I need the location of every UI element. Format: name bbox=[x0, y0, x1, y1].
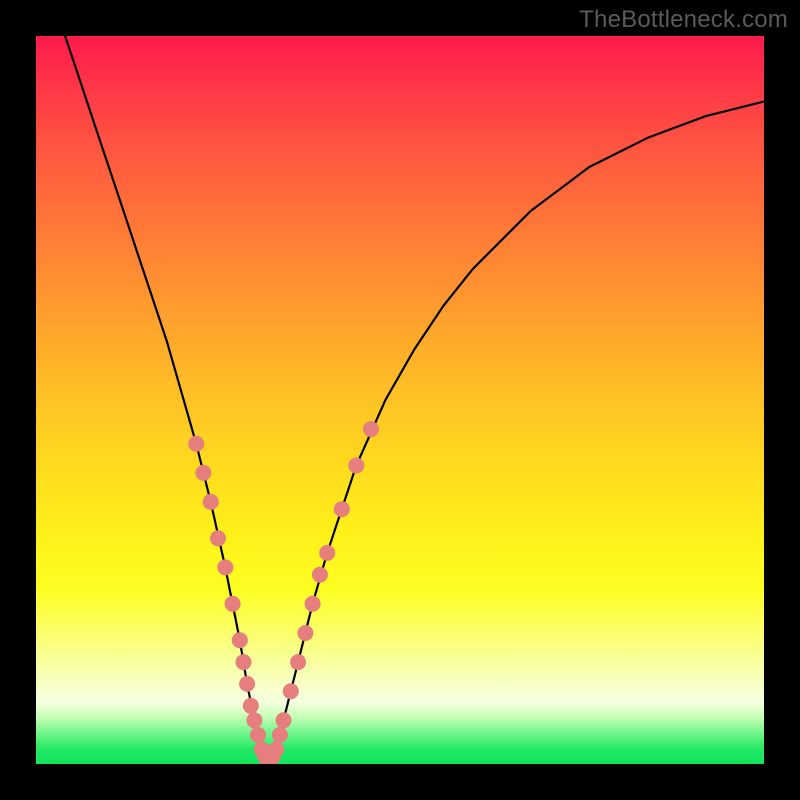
branding-watermark: TheBottleneck.com bbox=[579, 6, 788, 34]
highlight-dot bbox=[363, 421, 379, 437]
chart-svg bbox=[36, 36, 764, 764]
highlight-dot bbox=[334, 501, 350, 517]
highlight-dot bbox=[246, 712, 262, 728]
highlight-dot bbox=[268, 741, 284, 757]
highlight-dot bbox=[188, 436, 204, 452]
highlight-dot bbox=[319, 545, 335, 561]
highlight-dot bbox=[210, 530, 226, 546]
highlight-dot bbox=[243, 698, 259, 714]
highlight-dot bbox=[290, 654, 306, 670]
highlight-dot bbox=[272, 727, 288, 743]
highlight-dot bbox=[305, 596, 321, 612]
highlight-dots-group bbox=[188, 421, 379, 764]
plot-area bbox=[36, 36, 764, 764]
highlight-dot bbox=[195, 465, 211, 481]
highlight-dot bbox=[203, 494, 219, 510]
highlight-dot bbox=[297, 625, 313, 641]
highlight-dot bbox=[239, 676, 255, 692]
highlight-dot bbox=[312, 567, 328, 583]
highlight-dot bbox=[236, 654, 252, 670]
highlight-dot bbox=[250, 727, 266, 743]
chart-frame: TheBottleneck.com bbox=[0, 0, 800, 800]
bottleneck-curve bbox=[65, 36, 764, 764]
highlight-dot bbox=[217, 559, 233, 575]
highlight-dot bbox=[283, 683, 299, 699]
highlight-dot bbox=[276, 712, 292, 728]
highlight-dot bbox=[225, 596, 241, 612]
highlight-dot bbox=[232, 632, 248, 648]
highlight-dot bbox=[348, 458, 364, 474]
